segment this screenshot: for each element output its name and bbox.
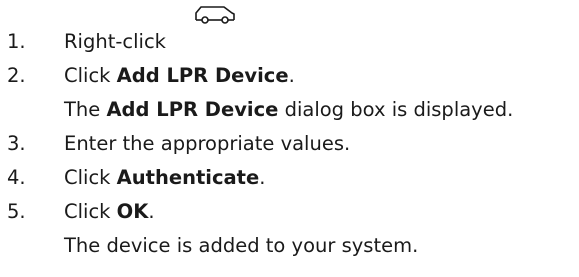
ui-label: OK [116, 200, 149, 223]
step-number: 5. [7, 200, 26, 223]
step-number: 2. [7, 64, 26, 87]
step-5-result: The device is added to your system. [64, 234, 419, 257]
ui-label: Add LPR Device [106, 98, 279, 121]
ui-label: Authenticate [116, 166, 260, 189]
step-number: 1. [7, 30, 26, 53]
step-number: 3. [7, 132, 26, 155]
ui-label: Add LPR Device [116, 64, 289, 87]
step-text: Right-click [64, 30, 166, 53]
step-text: Enter the appropriate values. [64, 132, 351, 155]
step-2-result: The Add LPR Device dialog box is display… [64, 98, 514, 121]
step-text: Click OK. [64, 200, 155, 223]
step-number: 4. [7, 166, 26, 189]
step-text: Click Add LPR Device. [64, 64, 295, 87]
car-icon [195, 6, 235, 24]
step-text: Click Authenticate. [64, 166, 266, 189]
